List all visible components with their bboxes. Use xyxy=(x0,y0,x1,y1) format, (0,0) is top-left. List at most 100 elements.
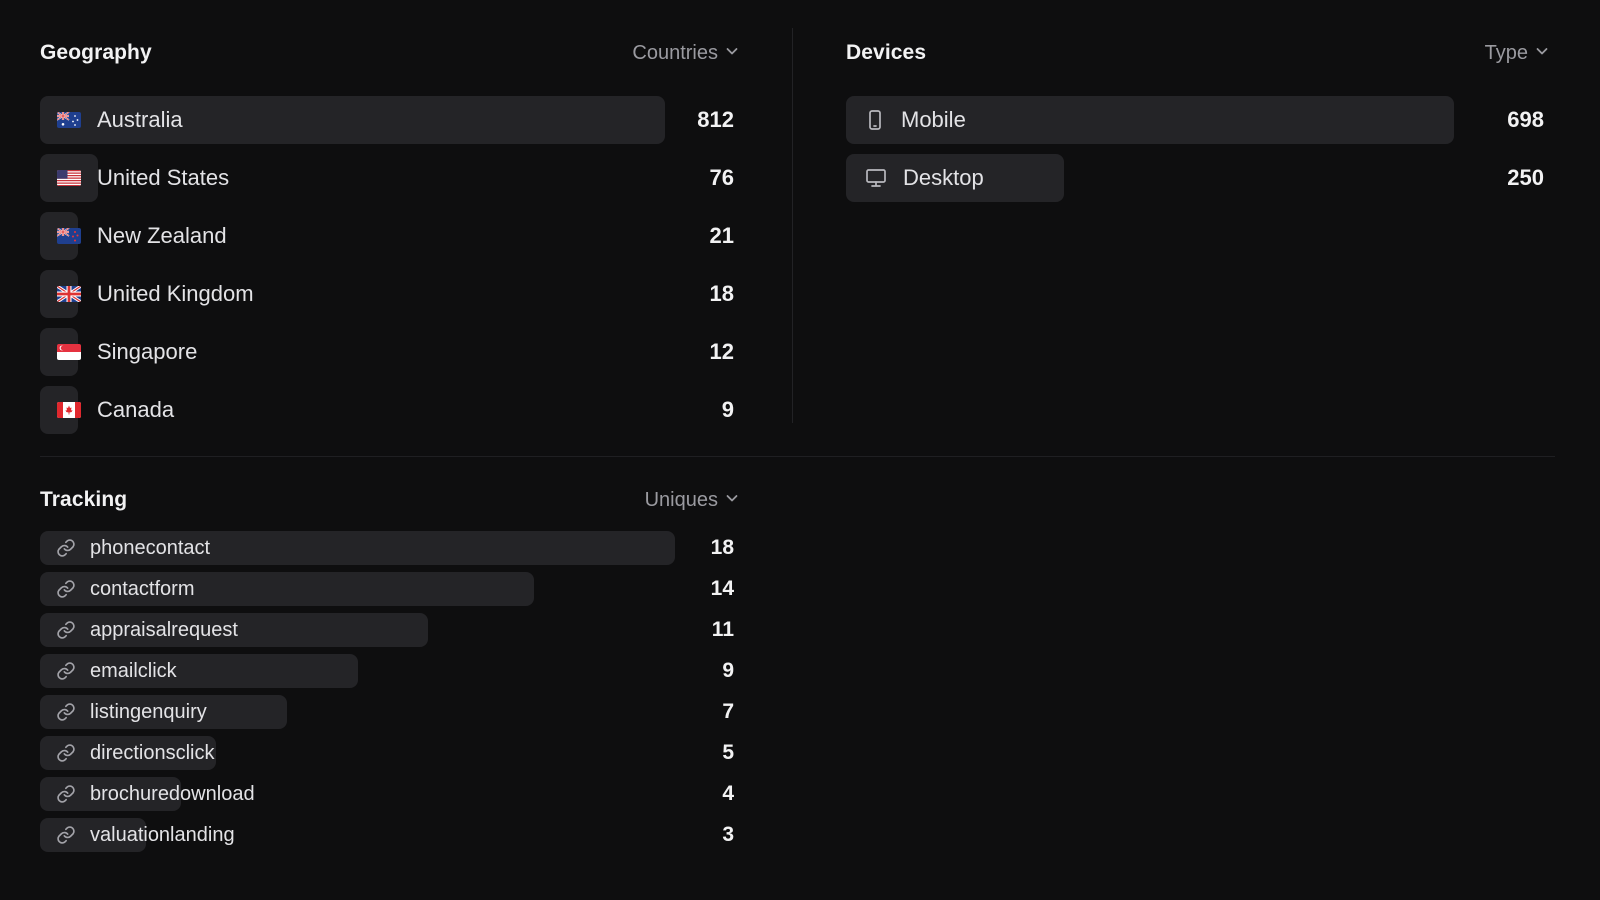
link-icon xyxy=(56,743,76,763)
country-row[interactable]: United Kingdom 18 xyxy=(40,270,740,318)
tracking-title: Tracking xyxy=(40,488,128,511)
chevron-down-icon xyxy=(724,489,740,512)
united-kingdom-flag-icon xyxy=(57,286,81,302)
row-label: phonecontact xyxy=(90,536,211,559)
link-icon xyxy=(56,538,76,558)
link-icon xyxy=(56,620,76,640)
row-value: 4 xyxy=(722,782,734,805)
row-label: valuationlanding xyxy=(90,823,235,846)
row-content: contactform xyxy=(40,578,194,601)
geography-panel: Geography Countries Australia 812 United S… xyxy=(40,38,740,444)
devices-header: Devices Type xyxy=(846,38,1550,68)
row-value: 14 xyxy=(710,577,734,600)
row-value: 5 xyxy=(722,741,734,764)
new-zealand-flag-icon xyxy=(57,228,81,244)
countries-dropdown-label: Countries xyxy=(632,41,718,64)
australia-flag-icon xyxy=(57,112,81,128)
row-value: 18 xyxy=(709,281,734,306)
link-icon xyxy=(56,784,76,804)
geography-header: Geography Countries xyxy=(40,38,740,68)
row-value: 7 xyxy=(722,700,734,723)
tracking-row[interactable]: listingenquiry 7 xyxy=(40,695,740,729)
row-value: 12 xyxy=(709,339,734,364)
panel-divider-vertical xyxy=(792,28,793,423)
link-icon xyxy=(56,825,76,845)
row-content: brochuredownload xyxy=(40,783,255,806)
row-label: brochuredownload xyxy=(90,782,255,805)
row-content: directionsclick xyxy=(40,742,214,765)
row-content: listingenquiry xyxy=(40,701,207,724)
tracking-row[interactable]: phonecontact 18 xyxy=(40,531,740,565)
row-label: Australia xyxy=(97,107,183,132)
row-label: contactform xyxy=(90,577,195,600)
link-icon xyxy=(56,579,76,599)
row-content: Desktop xyxy=(846,165,984,191)
devices-panel: Devices Type Mobile 698 Desktop 250 xyxy=(846,38,1550,212)
tracking-row[interactable]: valuationlanding 3 xyxy=(40,818,740,852)
row-content: valuationlanding xyxy=(40,824,235,847)
devices-title: Devices xyxy=(846,41,927,64)
tracking-row[interactable]: contactform 14 xyxy=(40,572,740,606)
country-row[interactable]: Singapore 12 xyxy=(40,328,740,376)
row-content: United Kingdom xyxy=(40,281,254,307)
tracking-row[interactable]: brochuredownload 4 xyxy=(40,777,740,811)
row-content: Singapore xyxy=(40,339,197,365)
row-value: 9 xyxy=(722,659,734,682)
tracking-row[interactable]: directionsclick 5 xyxy=(40,736,740,770)
uniques-dropdown-label: Uniques xyxy=(644,488,718,511)
link-icon xyxy=(56,702,76,722)
link-icon xyxy=(56,661,76,681)
geography-list: Australia 812 United States 76 New Zealand 21… xyxy=(40,96,740,434)
row-content: Australia xyxy=(40,107,183,133)
type-dropdown[interactable]: Type xyxy=(1485,42,1550,65)
row-label: Singapore xyxy=(97,339,198,364)
row-value: 3 xyxy=(722,823,734,846)
row-content: Canada xyxy=(40,397,174,423)
row-value: 21 xyxy=(709,223,734,248)
geography-title: Geography xyxy=(40,41,152,64)
tracking-panel: Tracking Uniques phonecontact 18 contactfo… xyxy=(40,485,740,859)
row-content: emailclick xyxy=(40,660,177,683)
row-label: listingenquiry xyxy=(90,700,207,723)
united-states-flag-icon xyxy=(57,170,81,186)
device-row[interactable]: Mobile 698 xyxy=(846,96,1550,144)
row-value: 812 xyxy=(697,107,734,132)
row-content: appraisalrequest xyxy=(40,619,238,642)
row-content: phonecontact xyxy=(40,537,210,560)
tracking-header: Tracking Uniques xyxy=(40,485,740,515)
row-content: New Zealand xyxy=(40,223,227,249)
chevron-down-icon xyxy=(724,42,740,65)
chevron-down-icon xyxy=(1534,42,1550,65)
country-row[interactable]: United States 76 xyxy=(40,154,740,202)
tracking-list: phonecontact 18 contactform 14 appraisalrequ… xyxy=(40,531,740,852)
row-label: United Kingdom xyxy=(97,281,254,306)
country-row[interactable]: New Zealand 21 xyxy=(40,212,740,260)
row-value: 250 xyxy=(1507,165,1544,190)
type-dropdown-label: Type xyxy=(1484,41,1528,64)
row-value: 18 xyxy=(710,536,734,559)
mobile-phone-icon xyxy=(865,109,885,131)
row-label: New Zealand xyxy=(97,223,227,248)
countries-dropdown[interactable]: Countries xyxy=(632,42,740,65)
row-label: Mobile xyxy=(901,107,966,132)
row-value: 11 xyxy=(711,618,734,641)
row-content: United States xyxy=(40,165,229,191)
desktop-monitor-icon xyxy=(865,167,887,189)
row-label: emailclick xyxy=(90,659,177,682)
row-value: 698 xyxy=(1507,107,1544,132)
row-label: United States xyxy=(97,165,230,190)
tracking-row[interactable]: emailclick 9 xyxy=(40,654,740,688)
row-label: Desktop xyxy=(903,165,984,190)
row-value: 76 xyxy=(709,165,734,190)
row-label: Canada xyxy=(97,397,175,422)
section-divider-horizontal xyxy=(40,456,1555,457)
singapore-flag-icon xyxy=(57,344,81,360)
row-value: 9 xyxy=(721,397,734,422)
row-label: directionsclick xyxy=(90,741,215,764)
device-row[interactable]: Desktop 250 xyxy=(846,154,1550,202)
devices-list: Mobile 698 Desktop 250 xyxy=(846,96,1550,202)
tracking-row[interactable]: appraisalrequest 11 xyxy=(40,613,740,647)
country-row[interactable]: Australia 812 xyxy=(40,96,740,144)
country-row[interactable]: Canada 9 xyxy=(40,386,740,434)
uniques-dropdown[interactable]: Uniques xyxy=(645,489,740,512)
